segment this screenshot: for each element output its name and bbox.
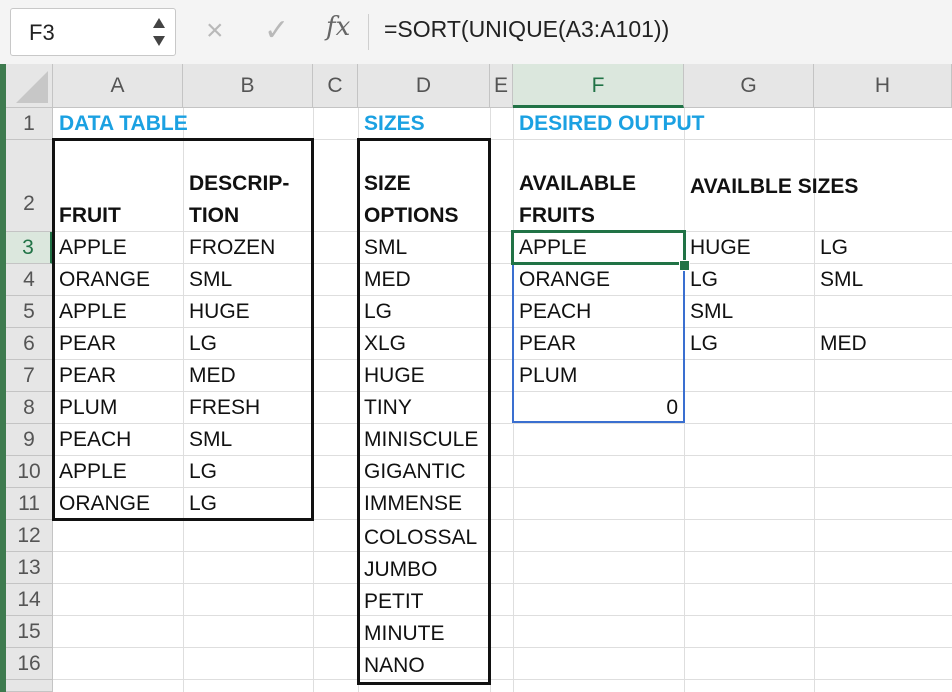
row-header-15[interactable]: 15 [6,616,53,648]
gridline [53,583,952,584]
cell-available-size[interactable]: MED [814,332,867,356]
formula-input[interactable]: =SORT(UNIQUE(A3:A101)) [384,16,669,43]
name-box-value: F3 [29,20,55,45]
heading-sizes[interactable]: SIZES [358,112,425,136]
row-header-11[interactable]: 11 [6,488,53,520]
row-header-1[interactable]: 1 [6,108,53,140]
gridline [53,615,952,616]
row-header-2[interactable]: 2 [6,140,53,232]
active-cell-f3[interactable] [511,230,686,265]
header-available-fruits-line2[interactable]: FRUITS [513,204,595,228]
column-header-c[interactable]: C [313,64,358,108]
select-all-button[interactable] [6,64,53,108]
column-header-f[interactable]: F [513,64,684,108]
row-header-10[interactable]: 10 [6,456,53,488]
heading-data-table[interactable]: DATA TABLE [53,112,188,136]
row-header-7[interactable]: 7 [6,360,53,392]
data-table-border [52,138,314,521]
row-header-17[interactable] [6,680,53,692]
enter-icon[interactable]: ✓ [264,14,289,48]
column-header-a[interactable]: A [53,64,183,108]
header-available-sizes[interactable]: AVAILBLE SIZES [684,175,858,199]
column-header-g[interactable]: G [684,64,814,108]
row-header-5[interactable]: 5 [6,296,53,328]
header-available-fruits-line1[interactable]: AVAILABLE [513,172,636,196]
cell-available-size[interactable]: LG [814,236,848,260]
name-box[interactable]: F3 [10,8,176,56]
column-header-h[interactable]: H [814,64,952,108]
cell-available-size[interactable]: SML [814,268,863,292]
gridline [53,679,952,680]
function-icon[interactable]: fx [326,12,350,42]
column-header-e[interactable]: E [490,64,513,108]
row-header-16[interactable]: 16 [6,648,53,680]
worksheet: A B C D E F G H 1 2 3 4 5 6 7 8 9 10 11 … [0,64,952,692]
cell-available-size[interactable]: LG [684,332,718,356]
cell-available-size[interactable]: SML [684,300,733,324]
gridline [53,647,952,648]
gridline [53,551,952,552]
cell-available-size[interactable]: LG [684,268,718,292]
row-header-9[interactable]: 9 [6,424,53,456]
column-header-d[interactable]: D [358,64,490,108]
sizes-border [357,138,491,685]
row-header-12[interactable]: 12 [6,520,53,552]
cancel-icon[interactable]: × [206,14,224,48]
formula-bar: F3 × ✓ fx =SORT(UNIQUE(A3:A101)) [0,0,952,65]
cell-available-size[interactable]: HUGE [684,236,751,260]
row-header-3[interactable]: 3 [6,232,53,264]
row-header-4[interactable]: 4 [6,264,53,296]
row-header-14[interactable]: 14 [6,584,53,616]
fill-handle[interactable] [679,260,690,271]
name-box-stepper-icon[interactable] [151,14,167,50]
row-header-6[interactable]: 6 [6,328,53,360]
formula-separator [368,14,369,50]
row-header-8[interactable]: 8 [6,392,53,424]
heading-desired-output[interactable]: DESIRED OUTPUT [513,112,705,136]
row-header-13[interactable]: 13 [6,552,53,584]
column-header-b[interactable]: B [183,64,313,108]
